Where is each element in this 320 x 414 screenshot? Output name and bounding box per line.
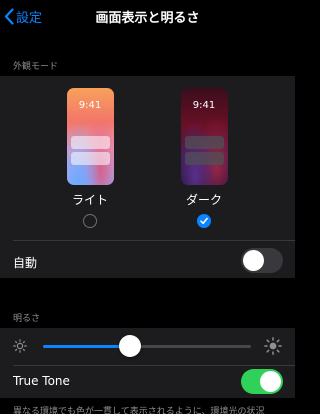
preview-widget [184, 136, 224, 149]
true-tone-label: True Tone [13, 374, 70, 388]
preview-widget [184, 152, 224, 165]
separator [13, 240, 295, 241]
appearance-group: 9:41 ライト 9:41 ダーク 自動 [0, 76, 295, 278]
dark-mode-radio[interactable] [197, 214, 211, 228]
slider-fill [43, 345, 131, 348]
brightness-section-header: 明るさ [13, 314, 41, 324]
preview-time: 9:41 [78, 100, 102, 111]
sun-max-icon [264, 337, 282, 355]
brightness-group: True Tone [0, 328, 295, 398]
preview-widget [70, 152, 110, 165]
true-tone-description: 異なる環境でも色が一貫して表示されるように、環境光の状況 [13, 407, 265, 414]
dark-mode-preview: 9:41 [180, 88, 228, 185]
slider-thumb[interactable] [119, 335, 142, 357]
navigation-bar: 設定 画面表示と明るさ [0, 0, 295, 34]
light-mode-preview: 9:41 [66, 88, 114, 185]
auto-toggle[interactable] [241, 248, 283, 273]
appearance-section-header: 外観モード [13, 62, 59, 72]
dark-mode-option[interactable]: 9:41 ダーク [174, 88, 234, 228]
true-tone-toggle[interactable] [241, 369, 283, 394]
preview-widget [70, 136, 110, 149]
auto-label: 自動 [13, 256, 38, 270]
preview-time: 9:41 [192, 100, 216, 111]
brightness-slider[interactable] [43, 345, 251, 348]
light-mode-radio[interactable] [83, 214, 97, 228]
light-mode-label: ライト [71, 193, 108, 207]
separator [13, 365, 295, 366]
display-brightness-screen: 設定 画面表示と明るさ 外観モード 9:41 ライト 9:41 ダーク 自動 明… [0, 0, 295, 414]
toggle-knob [243, 250, 264, 271]
sun-min-icon [13, 339, 27, 353]
toggle-knob [260, 371, 281, 392]
light-mode-option[interactable]: 9:41 ライト [60, 88, 120, 228]
checkmark-icon [200, 217, 208, 225]
page-title: 画面表示と明るさ [95, 11, 200, 26]
dark-mode-label: ダーク [185, 193, 222, 207]
